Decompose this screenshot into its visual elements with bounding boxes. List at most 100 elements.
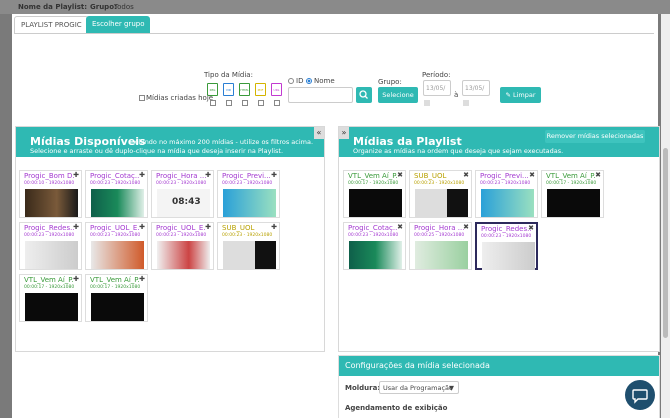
media-card[interactable]: Progic_Cotaç... ✚ 00:00:23 - 1920x1080	[85, 170, 148, 218]
search-icon	[359, 90, 368, 99]
expand-playlist-button[interactable]: »	[339, 127, 349, 139]
available-media-panel: Mídias Disponíveis Exibindo no máximo 20…	[15, 126, 325, 352]
chevron-down-icon: ▼	[449, 384, 454, 392]
media-config-title: Configurações da mídia selecionada	[339, 356, 659, 376]
search-input[interactable]	[288, 87, 353, 103]
available-media-hint-1: Exibindo no máximo 200 mídias - utilize …	[129, 138, 314, 146]
media-thumbnail	[415, 189, 468, 217]
group-label: Grupo:	[90, 3, 117, 11]
media-card[interactable]: Progic_Redes... ✚ 00:00:23 - 1920x1080	[19, 222, 82, 270]
group-select-button[interactable]: Selecione	[378, 87, 418, 103]
video-file-icon: VID	[223, 83, 234, 96]
collapse-available-button[interactable]: «	[314, 127, 324, 139]
media-card-title: Progic_Cotaç...	[348, 224, 398, 232]
name-radio[interactable]	[306, 78, 312, 84]
media-card[interactable]: VTL_Vem Aí_P... ✖ 00:00:17 - 1920x1080	[541, 170, 604, 218]
remove-icon[interactable]: ✖	[463, 223, 469, 231]
media-card[interactable]: SUB_UOL ✚ 00:00:23 - 1920x1080	[217, 222, 280, 270]
add-icon[interactable]: ✚	[205, 223, 211, 231]
tab-playlist-progic[interactable]: PLAYLIST PROGIC	[14, 16, 89, 33]
remove-icon[interactable]: ✖	[529, 171, 535, 179]
remove-selected-button[interactable]: Remover mídias selecionadas	[545, 130, 645, 143]
remove-icon[interactable]: ✖	[397, 223, 403, 231]
media-card[interactable]: VTL_Vem Aí_P... ✚ 00:00:17 - 1920x1080	[85, 274, 148, 322]
pdf-file-icon: PDF	[255, 83, 266, 96]
media-thumbnail	[25, 189, 78, 217]
media-config-panel: Configurações da mídia selecionada Moldu…	[338, 355, 660, 418]
media-card[interactable]: Progic_Bom D... ✚ 00:00:10 - 1920x1080	[19, 170, 82, 218]
media-card[interactable]: Progic_Cotaç... ✖ 00:00:23 - 1920x1080	[343, 222, 406, 270]
frame-select-value: Usar da Programação	[383, 384, 453, 392]
period-label: Período:	[422, 71, 451, 79]
media-card-title: Progic_Hora ...	[414, 224, 464, 232]
media-card-meta: 00:00:23 - 1920x1080	[348, 233, 399, 238]
remove-icon[interactable]: ✖	[397, 171, 403, 179]
media-card[interactable]: VTL_Vem Aí_P... ✚ 00:00:17 - 1920x1080	[19, 274, 82, 322]
add-icon[interactable]: ✚	[73, 275, 79, 283]
media-card-title: VTL_Vem Aí_P...	[546, 172, 596, 180]
media-card[interactable]: Progic_Previ... ✖ 00:00:23 - 1920x1080	[475, 170, 538, 218]
id-radio[interactable]	[288, 78, 294, 84]
page-scrollbar-thumb[interactable]	[663, 148, 668, 338]
filters-bar: Tipo da Mídia: IMG VID HTML PDF URL Mídi…	[12, 34, 658, 126]
media-card[interactable]: Progic_Hora ... ✖ 00:00:25 - 1920x1080	[409, 222, 472, 270]
search-button[interactable]	[356, 87, 372, 103]
media-card-meta: 00:00:25 - 1920x1080	[414, 233, 465, 238]
media-card[interactable]: Progic_UOL_E... ✚ 00:00:23 - 1920x1080	[85, 222, 148, 270]
media-thumbnail: 08:43	[157, 189, 210, 217]
add-icon[interactable]: ✚	[139, 223, 145, 231]
today-label: Mídias criadas hoje	[146, 94, 214, 102]
filter-html-checkbox[interactable]	[242, 100, 248, 106]
filter-pdf-checkbox[interactable]	[258, 100, 264, 106]
media-card-meta: 00:00:17 - 1920x1080	[90, 285, 141, 290]
media-card[interactable]: VTL_Vem Aí_P... ✖ 00:00:17 - 1920x1080	[343, 170, 406, 218]
calendar-to-icon[interactable]	[463, 100, 469, 106]
filter-url-checkbox[interactable]	[274, 100, 280, 106]
add-icon[interactable]: ✚	[139, 275, 145, 283]
media-card-title: Progic_UOL_E...	[90, 224, 140, 232]
date-separator: à	[454, 91, 459, 99]
media-card[interactable]: Progic_Previ... ✚ 00:00:23 - 1920x1080	[217, 170, 280, 218]
media-card[interactable]: Progic_UOL_E... ✚ 00:00:23 - 1920x1080	[151, 222, 214, 270]
add-icon[interactable]: ✚	[73, 223, 79, 231]
media-card[interactable]: Progic_Hora ... ✚ 00:00:23 - 1920x1080 08:4…	[151, 170, 214, 218]
clear-filters-button[interactable]: ✎ Limpar	[500, 87, 541, 103]
add-icon[interactable]: ✚	[73, 171, 79, 179]
media-card-title: Progic_Redes...	[481, 225, 531, 233]
media-card-meta: 00:00:17 - 1920x1080	[348, 181, 399, 186]
date-to-input[interactable]: 13/05/	[462, 80, 490, 96]
media-thumbnail	[349, 241, 402, 269]
add-icon[interactable]: ✚	[139, 171, 145, 179]
date-from-input[interactable]: 13/05/	[423, 80, 451, 96]
tab-choose-group[interactable]: Escolher grupo	[86, 16, 151, 33]
add-icon[interactable]: ✚	[271, 223, 277, 231]
url-file-icon: URL	[271, 83, 282, 96]
media-card-title: SUB_UOL	[414, 172, 447, 180]
remove-icon[interactable]: ✖	[528, 224, 534, 232]
media-thumbnail	[481, 189, 534, 217]
media-thumbnail	[482, 242, 535, 270]
group-value: Todos	[114, 3, 134, 11]
media-thumbnail	[547, 189, 600, 217]
media-thumbnail	[157, 241, 210, 269]
remove-icon[interactable]: ✖	[595, 171, 601, 179]
add-icon[interactable]: ✚	[271, 171, 277, 179]
frame-select[interactable]: Usar da Programação ▼	[379, 381, 459, 394]
filter-video-checkbox[interactable]	[226, 100, 232, 106]
remove-icon[interactable]: ✖	[463, 171, 469, 179]
add-icon[interactable]: ✚	[205, 171, 211, 179]
media-thumbnail	[349, 189, 402, 217]
main-panel: PLAYLIST PROGIC Escolher grupo Tipo da M…	[12, 14, 660, 418]
media-card-title: Progic_Hora ...	[156, 172, 206, 180]
calendar-from-icon[interactable]	[424, 100, 430, 106]
today-checkbox[interactable]	[139, 95, 145, 101]
group-filter-label: Grupo:	[378, 78, 402, 86]
clear-filters-label: Limpar	[512, 91, 536, 99]
media-card-title: VTL_Vem Aí_P...	[24, 276, 74, 284]
chat-button[interactable]	[625, 380, 655, 410]
media-thumbnail	[415, 241, 468, 269]
media-card-title: Progic_Previ...	[222, 172, 271, 180]
media-card-meta: 00:00:23 - 1920x1080	[480, 181, 531, 186]
media-card[interactable]: Progic_Redes... ✖ 00:00:23 - 1920x1080	[475, 222, 538, 270]
media-card[interactable]: SUB_UOL ✖ 00:00:23 - 1920x1080	[409, 170, 472, 218]
